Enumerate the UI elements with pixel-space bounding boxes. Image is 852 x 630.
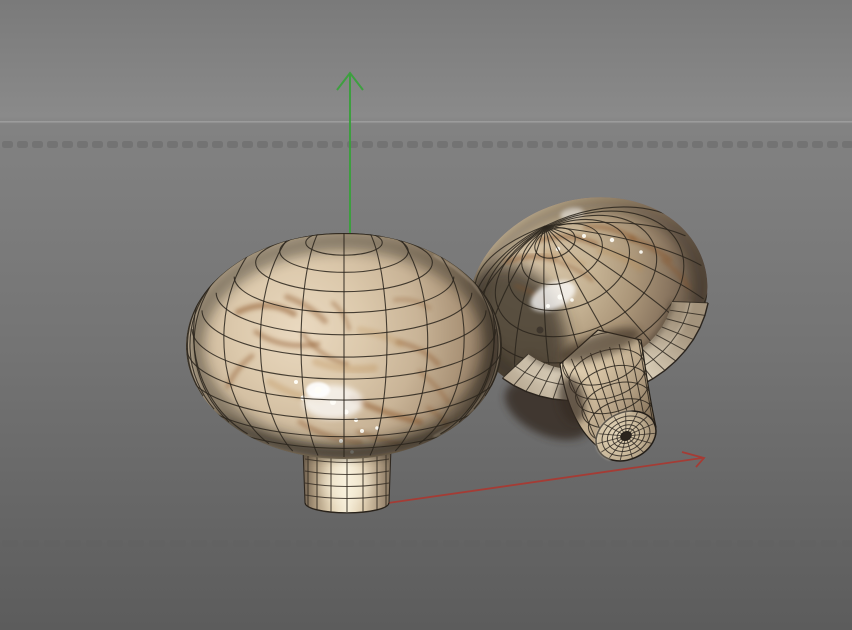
grid-dashes-far <box>2 141 852 148</box>
3d-viewport-window <box>0 0 852 630</box>
cap-texture-dot <box>536 326 544 334</box>
viewport-canvas[interactable] <box>0 0 852 630</box>
horizon-line <box>0 121 852 123</box>
grid-dashes-near <box>2 540 852 547</box>
